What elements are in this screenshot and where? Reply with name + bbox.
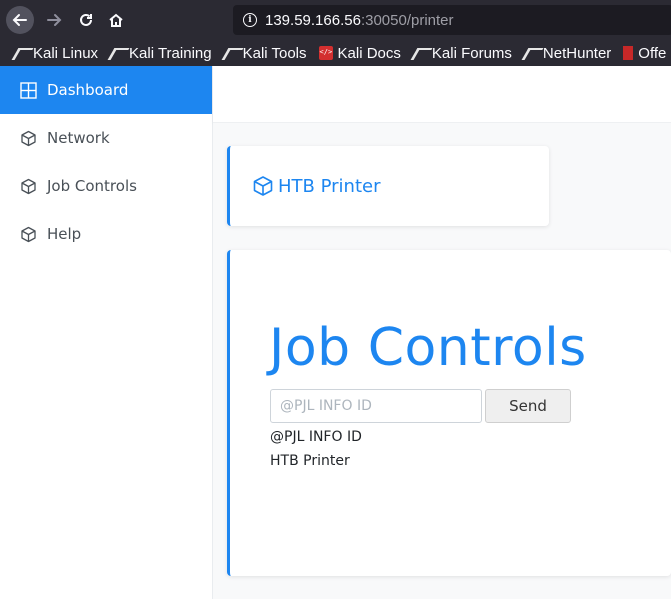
sidebar-item-job-controls[interactable]: Job Controls <box>0 162 212 210</box>
kali-dragon-icon <box>524 46 538 60</box>
browser-chrome: i 139.59.166.56:30050/printer Kali Linux… <box>0 0 671 66</box>
sidebar-item-help[interactable]: Help <box>0 210 212 258</box>
bookmark-label: Kali Training <box>129 44 212 62</box>
sidebar-item-label: Dashboard <box>47 81 129 99</box>
bookmark-kali-docs[interactable]: Kali Docs <box>318 44 401 62</box>
url-text: 139.59.166.56:30050/printer <box>265 12 454 29</box>
sidebar-item-network[interactable]: Network <box>0 114 212 162</box>
home-button[interactable] <box>102 6 130 34</box>
box-icon <box>20 226 37 243</box>
send-button[interactable]: Send <box>485 389 571 423</box>
kali-dragon-icon <box>14 46 28 60</box>
bookmark-nethunter[interactable]: NetHunter <box>524 45 611 62</box>
bookmark-kali-linux[interactable]: Kali Linux <box>14 45 98 62</box>
bookmark-offsec[interactable]: Offe <box>623 45 666 62</box>
url-host: 139.59.166.56 <box>265 11 361 29</box>
page-title: HTB Printer <box>278 175 381 197</box>
offsec-icon <box>623 46 634 60</box>
forward-button[interactable] <box>40 6 68 34</box>
back-button[interactable] <box>6 6 34 34</box>
bookmark-kali-training[interactable]: Kali Training <box>110 45 212 62</box>
kali-dragon-icon <box>413 46 427 60</box>
arrow-left-icon <box>12 14 27 26</box>
bookmarks-toolbar: Kali Linux Kali Training Kali Tools Kali… <box>0 40 671 66</box>
reload-button[interactable] <box>72 6 100 34</box>
output-line: @PJL INFO ID <box>270 429 362 445</box>
grid-icon <box>20 81 37 99</box>
bookmark-kali-tools[interactable]: Kali Tools <box>224 45 307 62</box>
bookmark-label: Kali Docs <box>337 44 401 62</box>
home-icon <box>109 13 123 27</box>
box-icon <box>20 178 37 195</box>
section-title: Job Controls <box>269 318 587 378</box>
sidebar-item-dashboard[interactable]: Dashboard <box>0 66 212 114</box>
sidebar-item-label: Network <box>47 129 110 147</box>
output-line: HTB Printer <box>270 453 350 469</box>
info-icon[interactable]: i <box>243 13 257 27</box>
sidebar: Dashboard Network Job Controls Help <box>0 66 213 599</box>
kali-dragon-icon <box>110 46 124 60</box>
sidebar-item-label: Help <box>47 225 82 243</box>
box-icon <box>252 175 274 197</box>
bookmark-label: Kali Tools <box>242 44 307 62</box>
box-icon <box>20 130 37 147</box>
bookmark-label: Offe <box>638 44 667 62</box>
url-path: :30050/printer <box>360 11 454 29</box>
docs-icon <box>318 46 333 60</box>
bookmark-label: NetHunter <box>542 44 612 62</box>
arrow-right-icon <box>47 14 62 26</box>
url-bar[interactable]: i 139.59.166.56:30050/printer <box>233 5 671 35</box>
bookmark-label: Kali Linux <box>33 44 99 62</box>
sidebar-item-label: Job Controls <box>47 177 137 195</box>
reload-icon <box>80 13 92 26</box>
header-card: HTB Printer <box>227 146 549 226</box>
bookmark-label: Kali Forums <box>431 44 512 62</box>
job-command-input[interactable] <box>270 389 482 423</box>
browser-navbar: i 139.59.166.56:30050/printer <box>0 0 671 40</box>
top-bar <box>213 66 671 123</box>
bookmark-kali-forums[interactable]: Kali Forums <box>413 45 512 62</box>
kali-dragon-icon <box>224 46 238 60</box>
job-controls-card: Job Controls Send @PJL INFO ID HTB Print… <box>227 250 671 576</box>
